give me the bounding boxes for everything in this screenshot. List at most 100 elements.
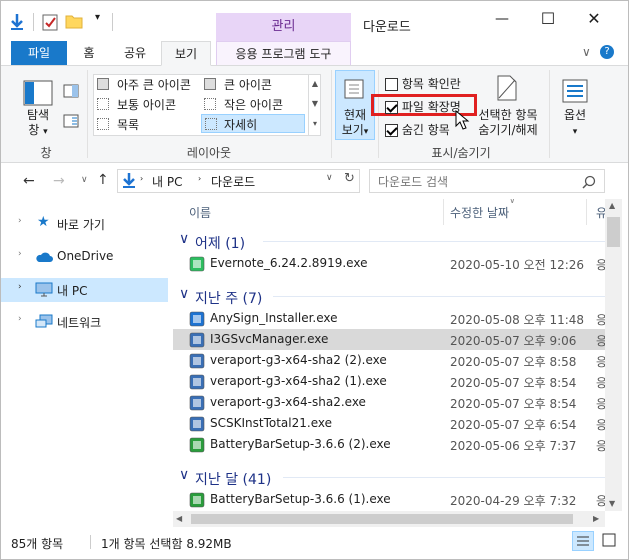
details-pane-icon[interactable] bbox=[63, 114, 79, 128]
file-extension-toggle[interactable]: 파일 확장명 bbox=[385, 98, 461, 115]
manage-context-tab[interactable]: 관리 bbox=[216, 13, 351, 41]
file-row[interactable]: veraport-g3-x64-sha2 (1).exe 2020-05-07 오… bbox=[173, 371, 605, 392]
collapse-chevron-icon[interactable]: ∨ bbox=[179, 231, 189, 247]
layout-scroll-icon[interactable]: ▲ ▼ ▾ bbox=[308, 74, 321, 136]
hidden-items-checkbox[interactable] bbox=[385, 124, 398, 137]
group-header[interactable]: ∨ 지난 주 (7) bbox=[173, 284, 605, 308]
vertical-scroll-thumb[interactable] bbox=[607, 217, 620, 247]
ribbon: 탐색 창 ▾ 창 아주 큰 아이콘 큰 아이콘 보통 아이콘 작은 아이콘 목록… bbox=[1, 65, 628, 163]
search-input[interactable]: 다운로드 검색 bbox=[378, 173, 448, 190]
layout-item-label: 자세히 bbox=[224, 118, 258, 132]
expand-chevron-icon[interactable]: › bbox=[18, 216, 22, 226]
nav-label: OneDrive bbox=[57, 249, 114, 263]
hide-selected-button[interactable]: 선택한 항목 숨기기/해제 bbox=[473, 108, 543, 138]
item-checkbox-toggle[interactable]: 항목 확인란 bbox=[385, 75, 461, 92]
file-extension-checkbox[interactable] bbox=[385, 101, 398, 114]
item-checkbox-checkbox[interactable] bbox=[385, 78, 398, 91]
scroll-up-icon[interactable]: ▲ bbox=[609, 201, 615, 210]
quick-access-download-icon[interactable] bbox=[9, 13, 25, 31]
ribbon-collapse-icon[interactable]: ∨ bbox=[582, 45, 591, 59]
hidden-items-label: 숨긴 항목 bbox=[401, 123, 450, 137]
file-name: SCSKInstTotal21.exe bbox=[210, 416, 332, 430]
horizontal-scroll-thumb[interactable] bbox=[191, 514, 573, 524]
hidden-items-toggle[interactable]: 숨긴 항목 bbox=[385, 121, 450, 138]
network-icon bbox=[35, 314, 53, 328]
file-row[interactable]: I3GSvcManager.exe 2020-05-07 오후 9:06 응 bbox=[173, 329, 605, 350]
exe-file-icon bbox=[189, 395, 205, 411]
scroll-down-icon[interactable]: ▼ bbox=[609, 499, 615, 508]
refresh-icon[interactable]: ↻ bbox=[344, 171, 355, 186]
ribbon-separator bbox=[331, 70, 332, 158]
quick-access-dropdown-icon[interactable]: ▾ bbox=[95, 12, 100, 23]
horizontal-scrollbar[interactable]: ◀ ▶ bbox=[173, 511, 605, 527]
nav-item-quick-access[interactable]: › ★ 바로 가기 bbox=[1, 213, 171, 235]
back-arrow-icon[interactable]: ← bbox=[23, 173, 35, 189]
exe-file-icon bbox=[189, 416, 205, 432]
tab-home[interactable]: 홈 bbox=[71, 41, 107, 65]
file-name: AnySign_Installer.exe bbox=[210, 311, 338, 325]
file-type: 응 bbox=[596, 418, 605, 432]
hide-selected-icon bbox=[497, 75, 517, 101]
details-view-icon bbox=[205, 118, 217, 130]
group-header[interactable]: ∨ 지난 달 (41) bbox=[173, 465, 605, 489]
layout-item-label: 아주 큰 아이콘 bbox=[117, 78, 191, 92]
file-row[interactable]: veraport-g3-x64-sha2.exe 2020-05-07 오후 8:… bbox=[173, 392, 605, 413]
tab-app-tools[interactable]: 응용 프로그램 도구 bbox=[216, 41, 351, 65]
expand-chevron-icon[interactable]: › bbox=[18, 282, 22, 292]
breadcrumb-this-pc[interactable]: 내 PC bbox=[152, 173, 182, 190]
details-view-toggle[interactable] bbox=[572, 531, 594, 551]
up-arrow-icon[interactable]: ↑ bbox=[97, 172, 109, 188]
group-header[interactable]: ∨ 어제 (1) bbox=[173, 229, 605, 253]
tab-file[interactable]: 파일 bbox=[11, 41, 67, 65]
file-date: 2020-05-07 오후 6:54 bbox=[450, 418, 577, 432]
close-button[interactable]: ✕ bbox=[571, 9, 617, 33]
file-date: 2020-05-07 오후 8:54 bbox=[450, 376, 577, 390]
file-row[interactable]: veraport-g3-x64-sha2 (2).exe 2020-05-07 오… bbox=[173, 350, 605, 371]
collapse-chevron-icon[interactable]: ∨ bbox=[179, 286, 189, 302]
address-dropdown-icon[interactable]: ∨ bbox=[326, 173, 333, 183]
address-field[interactable]: › 내 PC › 다운로드 ∨ ↻ bbox=[117, 169, 360, 193]
navigation-pane-button[interactable]: 탐색 창 ▾ bbox=[15, 108, 61, 140]
file-row[interactable]: Evernote_6.24.2.8919.exe 2020-05-10 오전 12… bbox=[173, 253, 605, 274]
preview-pane-icon[interactable] bbox=[63, 84, 79, 98]
layout-details[interactable]: 자세히 bbox=[201, 114, 305, 133]
expand-chevron-icon[interactable]: › bbox=[18, 314, 22, 324]
file-row[interactable]: BatteryBarSetup-3.6.6 (2).exe 2020-05-06 … bbox=[173, 434, 605, 455]
large-icons-view-toggle[interactable] bbox=[599, 531, 621, 551]
column-divider[interactable] bbox=[586, 199, 587, 225]
title-separator bbox=[33, 13, 34, 31]
column-header-type[interactable]: 유 bbox=[596, 204, 605, 221]
search-box[interactable]: 다운로드 검색 bbox=[369, 169, 605, 193]
file-row[interactable]: SCSKInstTotal21.exe 2020-05-07 오후 6:54 응 bbox=[173, 413, 605, 434]
column-header-date[interactable]: 수정한 날짜 bbox=[450, 204, 509, 221]
file-row[interactable]: BatteryBarSetup-3.6.6 (1).exe 2020-04-29 … bbox=[173, 489, 605, 510]
properties-icon[interactable] bbox=[42, 13, 58, 31]
exe-file-icon bbox=[189, 332, 205, 348]
address-bar-row: ← → ∨ ↑ › 내 PC › 다운로드 ∨ ↻ 다운로드 검색 bbox=[1, 165, 628, 199]
scroll-right-icon[interactable]: ▶ bbox=[593, 514, 599, 523]
column-header-name[interactable]: 이름 bbox=[189, 204, 211, 221]
options-button[interactable]: 옵션 ▾ bbox=[555, 108, 595, 140]
new-folder-icon[interactable] bbox=[65, 13, 83, 29]
nav-item-network[interactable]: › 네트워크 bbox=[1, 311, 171, 333]
breadcrumb-chevron-icon[interactable]: › bbox=[140, 174, 143, 183]
maximize-button[interactable]: ☐ bbox=[525, 9, 571, 33]
file-row[interactable]: AnySign_Installer.exe 2020-05-08 오후 11:48… bbox=[173, 308, 605, 329]
help-button[interactable]: ? bbox=[600, 45, 614, 59]
tab-share[interactable]: 공유 bbox=[113, 41, 157, 65]
minimize-button[interactable]: — bbox=[479, 11, 525, 35]
column-divider[interactable] bbox=[443, 199, 444, 225]
breadcrumb-chevron-icon[interactable]: › bbox=[198, 174, 201, 183]
collapse-chevron-icon[interactable]: ∨ bbox=[179, 467, 189, 483]
expand-chevron-icon[interactable]: › bbox=[18, 249, 22, 259]
ribbon-tabs: 파일 홈 공유 보기 응용 프로그램 도구 ∨ ? bbox=[1, 41, 628, 66]
scroll-left-icon[interactable]: ◀ bbox=[176, 514, 182, 523]
tab-view[interactable]: 보기 bbox=[161, 41, 211, 66]
recent-locations-icon[interactable]: ∨ bbox=[81, 175, 88, 185]
forward-arrow-icon[interactable]: → bbox=[53, 173, 65, 189]
vertical-scrollbar[interactable]: ▲ ▼ bbox=[605, 199, 622, 511]
nav-item-this-pc[interactable]: › 내 PC bbox=[1, 278, 168, 302]
nav-item-onedrive[interactable]: › OneDrive bbox=[1, 246, 171, 268]
ribbon-separator bbox=[87, 70, 88, 158]
breadcrumb-downloads[interactable]: 다운로드 bbox=[211, 173, 255, 190]
